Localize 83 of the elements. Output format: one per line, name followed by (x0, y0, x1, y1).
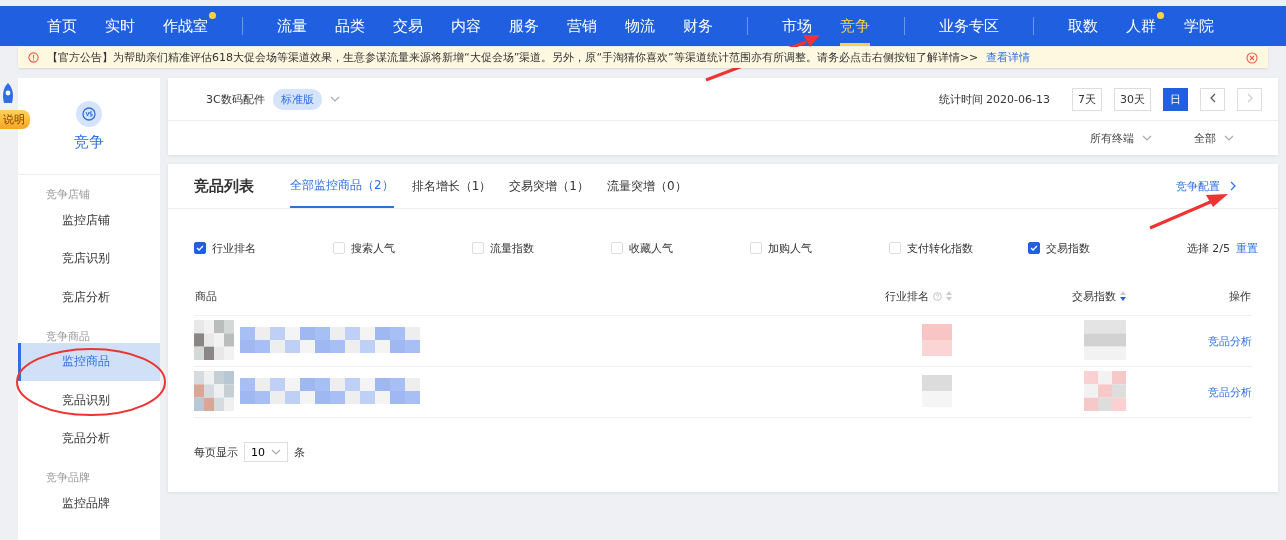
help-icon[interactable] (932, 291, 942, 301)
metric-checkbox[interactable]: 行业排名 (194, 240, 333, 256)
list-title: 竞品列表 (194, 176, 254, 196)
reset-link[interactable]: 重置 (1236, 240, 1258, 256)
sidebar-item[interactable]: 竞品分析 (18, 419, 160, 458)
nav-tab[interactable]: 学院 (1184, 6, 1214, 46)
stat-time: 统计时间 2020-06-13 (938, 91, 1050, 107)
category-label: 3C数码配件 (206, 91, 265, 107)
sidebar-item[interactable]: 监控店铺 (18, 201, 160, 240)
config-link[interactable]: 竞争配置 (1170, 177, 1242, 195)
vs-icon (76, 100, 102, 127)
nav-tab[interactable]: 交易 (393, 6, 423, 46)
list-tab[interactable]: 全部监控商品（2） (290, 164, 394, 208)
nav-tab[interactable]: 业务专区 (939, 6, 999, 46)
mosaic-drawing (1083, 370, 1126, 411)
sidebar-item[interactable]: 监控品牌 (18, 484, 160, 523)
page-size-label: 每页显示 (194, 444, 238, 460)
nav-tab[interactable]: 营销 (567, 6, 597, 46)
metric-checkbox[interactable]: 收藏人气 (611, 240, 750, 256)
chevron-right-icon (1246, 92, 1253, 103)
terminal-dropdown[interactable]: 所有终端 (1084, 129, 1158, 147)
checkbox[interactable] (1028, 242, 1040, 254)
nav-tab[interactable]: 实时 (105, 6, 135, 46)
column-header: 交易指数 (1071, 288, 1116, 304)
mosaic-drawing (194, 370, 234, 411)
analysis-link[interactable]: 竞品分析 (1208, 384, 1252, 400)
sidebar-item[interactable]: 竞店分析 (18, 278, 160, 317)
mosaic-drawing (921, 323, 952, 356)
chevron-down-icon (329, 96, 340, 102)
list-tab[interactable]: 流量突增（0） (606, 164, 687, 208)
sidebar-item[interactable]: 竞店识别 (18, 239, 160, 278)
mosaic-drawing (921, 374, 952, 407)
column-header: 商品 (195, 288, 217, 304)
nav-tab[interactable]: 作战室 (163, 6, 216, 46)
nav-tab[interactable]: 服务 (509, 6, 539, 46)
mosaic-drawing (194, 319, 234, 360)
nav-tab[interactable]: 取数 (1068, 6, 1098, 46)
warning-icon (28, 52, 39, 63)
analysis-link[interactable]: 竞品分析 (1208, 333, 1252, 349)
previous-button[interactable] (1200, 87, 1225, 111)
nav-tab[interactable]: 财务 (683, 6, 713, 46)
chevron-down-icon (1142, 135, 1152, 141)
chevron-right-icon (1230, 181, 1236, 191)
section-heading: 竞争商品 (45, 328, 91, 343)
list-tab[interactable]: 排名增长（1） (411, 164, 492, 208)
sidebar-title: 竞争 (74, 132, 104, 152)
column-header: 行业排名 (884, 288, 929, 304)
nav-tab[interactable]: 市场 (782, 6, 812, 46)
checkbox[interactable] (194, 242, 206, 254)
edition-tag: 标准版 (272, 88, 322, 110)
list-tab[interactable]: 交易突增（1） (509, 164, 589, 208)
metric-checkbox[interactable]: 搜索人气 (333, 240, 472, 256)
details-link[interactable]: 查看详情 (986, 50, 1031, 65)
chevron-down-icon (271, 449, 281, 455)
notice-text: 【官方公告】为帮助亲们精准评估618大促会场等渠道效果，生意参谋流量来源将新增“大促会场”渠道。另外，原“手淘猜你喜欢”等渠道统计范围亦有所调整。请务必点击右侧按钮了解详情>> (47, 50, 979, 65)
sidebar-item[interactable]: 竞品识别 (18, 381, 160, 420)
chevron-left-icon (1209, 92, 1216, 103)
scope-dropdown[interactable]: 全部 (1188, 129, 1240, 147)
metric-checkbox[interactable]: 交易指数 (1028, 240, 1167, 256)
period-button[interactable]: 日 (1163, 87, 1188, 111)
period-button[interactable]: 7天 (1072, 87, 1102, 111)
section-heading: 竞争店铺 (45, 187, 91, 201)
nav-tab[interactable]: 内容 (451, 6, 481, 46)
nav-tab[interactable]: 品类 (335, 6, 365, 46)
metric-checkbox[interactable]: 加购人气 (750, 240, 889, 256)
page-size-unit: 条 (294, 444, 305, 460)
close-icon[interactable] (1246, 51, 1258, 64)
metric-checkbox[interactable]: 流量指数 (472, 240, 611, 256)
section-heading: 竞争品牌 (45, 470, 91, 484)
help-badge[interactable]: 说明 (0, 110, 30, 129)
sidebar-item[interactable]: 监控商品 (18, 342, 160, 381)
sort-icon[interactable] (1119, 291, 1126, 301)
nav-tab[interactable]: 物流 (625, 6, 655, 46)
nav-tab[interactable]: 人群 (1126, 6, 1164, 46)
selection-count: 选择 2/5 (1186, 240, 1230, 256)
page-size-select[interactable]: 10 (244, 442, 288, 462)
nav-tab[interactable]: 首页 (47, 6, 77, 46)
chevron-down-icon (1224, 135, 1234, 141)
period-button[interactable]: 30天 (1114, 87, 1151, 111)
nav-tab[interactable]: 流量 (277, 6, 307, 46)
column-header: 操作 (1229, 288, 1251, 304)
mosaic-drawing (1083, 319, 1126, 360)
metric-checkbox[interactable]: 支付转化指数 (889, 240, 1028, 256)
